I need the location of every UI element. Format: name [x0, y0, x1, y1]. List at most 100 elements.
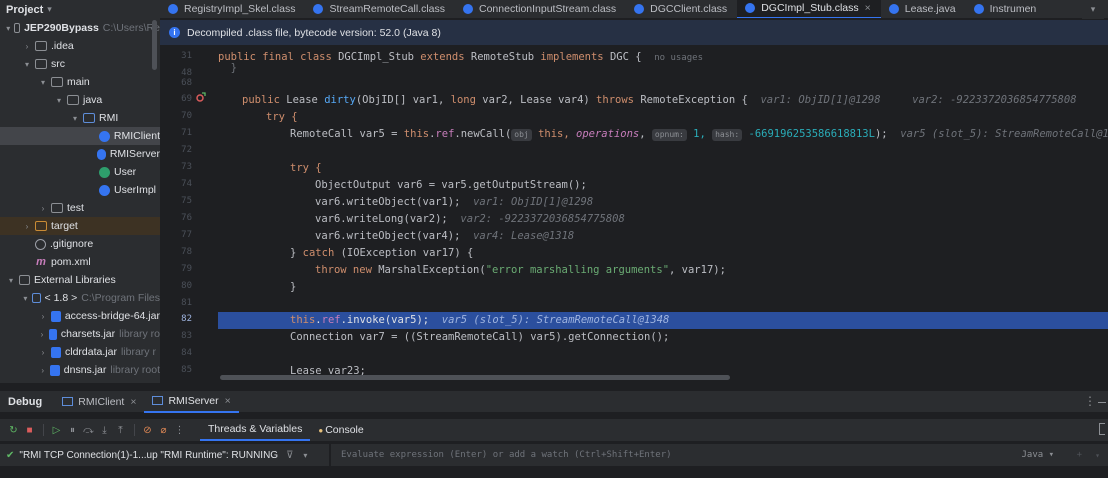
- code-editor[interactable]: 31 48 68 69 70 71 72 73 74 75 76 77 78 79 80 81 82 83 84 85…: [160, 45, 1108, 383]
- chevron-right-icon[interactable]: ›: [22, 42, 32, 51]
- chevron-down-icon[interactable]: ▾: [54, 96, 64, 105]
- method-breakpoint-icon[interactable]: [196, 92, 206, 102]
- editor-tab[interactable]: Lease.java: [881, 0, 966, 18]
- filter-icon[interactable]: ⊽: [286, 450, 293, 461]
- thread-selector[interactable]: ✔ "RMI TCP Connection(1)-1...up "RMI Run…: [0, 444, 330, 466]
- tree-item[interactable]: RMIServer: [0, 145, 160, 163]
- folder-icon: [67, 95, 79, 105]
- debug-toolbar: ↻ ■ ▷ ⏸ ⤼ ⤓ ⤒ ⊘ ⌀ ⋮ Threads & Variables ●…: [0, 419, 1108, 441]
- chevron-down-icon[interactable]: ▾: [6, 276, 16, 285]
- tree-item[interactable]: › access-bridge-64.jar: [0, 307, 160, 325]
- chevron-right-icon[interactable]: ›: [38, 330, 46, 339]
- tree-item[interactable]: ▾ External Libraries: [0, 271, 160, 289]
- line-number: 84: [181, 348, 192, 358]
- evaluate-expression-field[interactable]: Evaluate expression (Enter) or add a wat…: [331, 444, 1108, 466]
- close-icon[interactable]: ×: [865, 2, 871, 14]
- add-watch-icon[interactable]: +: [1077, 450, 1082, 460]
- resume-icon[interactable]: ▷: [49, 423, 64, 438]
- tree-item[interactable]: › dnsns.jar library root: [0, 361, 160, 379]
- banner-text: Decompiled .class file, bytecode version…: [187, 26, 441, 39]
- chevron-down-icon[interactable]: ▾: [1095, 451, 1100, 460]
- chevron-down-icon[interactable]: ▾: [6, 24, 11, 33]
- folder-icon: [35, 59, 47, 69]
- class-icon: [99, 184, 110, 196]
- editor-tab-bar: RegistryImpl_Skel.class StreamRemoteCall.…: [160, 0, 1108, 19]
- chevron-down-icon[interactable]: ▾: [22, 294, 29, 303]
- view-breakpoints-icon[interactable]: ⊘: [140, 423, 155, 438]
- tree-item[interactable]: RMIClient: [0, 127, 160, 145]
- step-over-icon[interactable]: ⤼: [81, 423, 96, 438]
- debug-session-tab[interactable]: RMIServer ×: [144, 391, 239, 413]
- debug-session-tab[interactable]: RMIClient ×: [54, 391, 144, 413]
- tree-item[interactable]: › .idea: [0, 37, 160, 55]
- layout-icon[interactable]: [1099, 423, 1105, 435]
- chevron-down-icon[interactable]: ▾: [22, 60, 32, 69]
- line-number: 73: [181, 162, 192, 172]
- project-panel-header[interactable]: Project ▾: [0, 0, 160, 19]
- class-file-icon: [168, 4, 178, 14]
- chevron-right-icon[interactable]: ›: [38, 204, 48, 213]
- tree-item[interactable]: .gitignore: [0, 235, 160, 253]
- tree-item[interactable]: › charsets.jar library ro: [0, 325, 160, 343]
- tree-item[interactable]: ▾ java: [0, 91, 160, 109]
- tree-item[interactable]: UserImpl: [0, 181, 160, 199]
- tree-item-label: JEP290Bypass: [24, 22, 99, 34]
- step-out-icon[interactable]: ⤒: [113, 423, 128, 438]
- debug-view-tab[interactable]: Threads & Variables: [200, 419, 311, 441]
- tree-item[interactable]: ▾ RMI: [0, 109, 160, 127]
- line-number: 75: [181, 196, 192, 206]
- language-selector[interactable]: Java ▾: [1021, 450, 1054, 460]
- jar-icon: [50, 364, 60, 376]
- tree-item-label: pom.xml: [51, 256, 91, 268]
- project-scrollbar[interactable]: [152, 20, 157, 70]
- chevron-down-icon[interactable]: ▾: [47, 4, 52, 15]
- tree-item[interactable]: User: [0, 163, 160, 181]
- line-number: 74: [181, 179, 192, 189]
- code-line-48: }: [218, 62, 237, 74]
- editor-tab[interactable]: Instrumen: [966, 0, 1047, 18]
- chevron-right-icon[interactable]: ›: [38, 366, 47, 375]
- more-actions-icon[interactable]: ⋮: [172, 423, 187, 438]
- class-icon: [98, 130, 110, 142]
- editor-horizontal-scrollbar[interactable]: [220, 375, 730, 380]
- folder-orange-icon: [35, 221, 47, 231]
- more-options-icon[interactable]: ⋮: [1084, 394, 1096, 408]
- tree-item-label: External Libraries: [34, 274, 116, 286]
- interface-icon: [99, 166, 110, 178]
- chevron-down-icon[interactable]: ▾: [1082, 0, 1104, 19]
- pause-icon[interactable]: ⏸: [65, 423, 80, 438]
- toolbar-separator: [134, 424, 135, 436]
- mute-breakpoints-icon[interactable]: ⌀: [156, 423, 171, 438]
- tree-item[interactable]: ▾ main: [0, 73, 160, 91]
- tree-item[interactable]: › test: [0, 199, 160, 217]
- editor-tab[interactable]: DGCClient.class: [626, 0, 737, 18]
- step-into-icon[interactable]: ⤓: [97, 423, 112, 438]
- editor-tab[interactable]: DGCImpl_Stub.class ×: [737, 0, 881, 18]
- tree-item[interactable]: ▾ < 1.8 > C:\Program Files: [0, 289, 160, 307]
- tree-item[interactable]: ▾ src: [0, 55, 160, 73]
- chevron-right-icon[interactable]: ›: [38, 312, 48, 321]
- debug-view-tab[interactable]: ● Console: [310, 419, 371, 441]
- rerun-icon[interactable]: ↻: [6, 423, 21, 438]
- chevron-right-icon[interactable]: ›: [38, 348, 48, 357]
- close-icon[interactable]: ×: [225, 395, 231, 407]
- editor-tab[interactable]: RegistryImpl_Skel.class: [160, 0, 305, 18]
- tree-item-label: .gitignore: [50, 238, 94, 250]
- chevron-right-icon[interactable]: ›: [22, 222, 32, 231]
- run-config-icon: [152, 396, 164, 405]
- editor-tab[interactable]: ConnectionInputStream.class: [455, 0, 626, 18]
- chevron-down-icon[interactable]: ▾: [70, 114, 80, 123]
- tree-item[interactable]: m pom.xml: [0, 253, 160, 271]
- minimize-icon[interactable]: [1098, 402, 1106, 403]
- stop-icon[interactable]: ■: [22, 423, 37, 438]
- close-icon[interactable]: ×: [130, 396, 136, 408]
- tree-item[interactable]: › cldrdata.jar library r: [0, 343, 160, 361]
- line-number: 80: [181, 281, 192, 291]
- tree-item[interactable]: › target: [0, 217, 160, 235]
- chevron-down-icon[interactable]: ▾: [303, 451, 307, 460]
- tree-item[interactable]: ▾ JEP290Bypass C:\Users\Re: [0, 19, 160, 37]
- tree-item-path-hint: library ro: [119, 328, 160, 340]
- editor-tab[interactable]: StreamRemoteCall.class: [305, 0, 455, 18]
- thread-label: "RMI TCP Connection(1)-1...up "RMI Runti…: [19, 449, 279, 461]
- chevron-down-icon[interactable]: ▾: [38, 78, 48, 87]
